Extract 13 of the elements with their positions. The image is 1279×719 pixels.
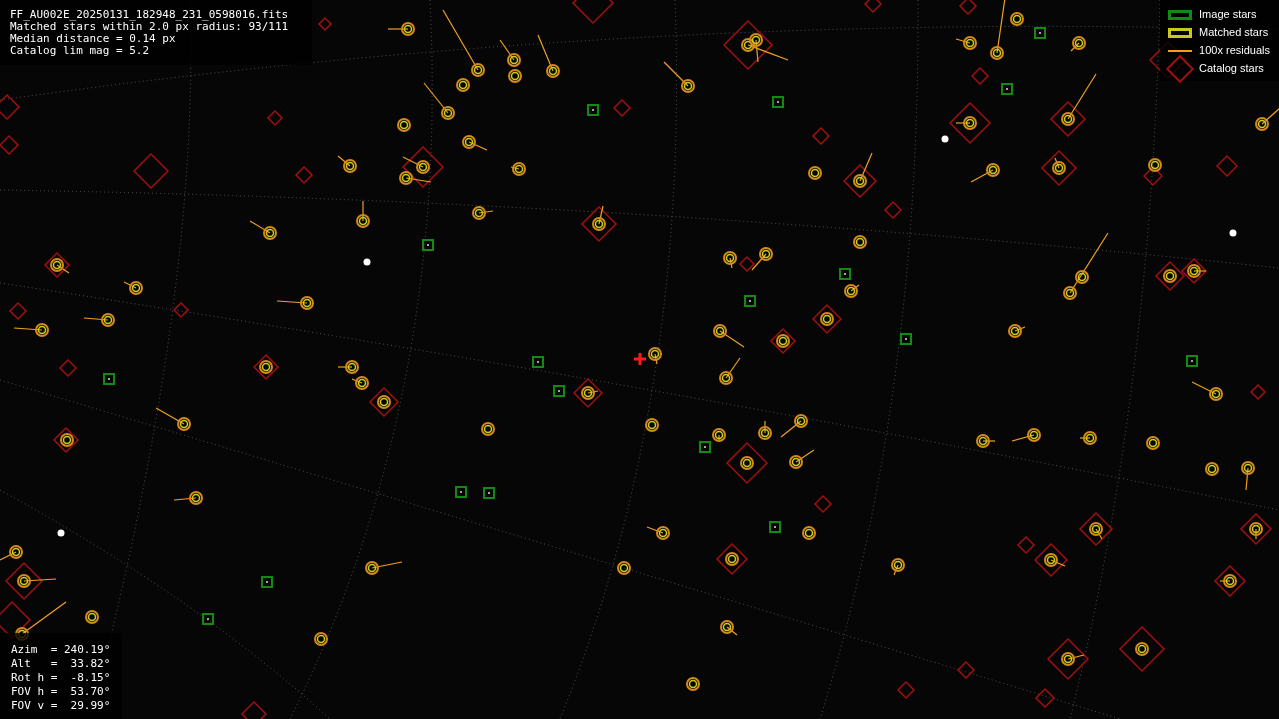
pointing-text: Rot h = -8.15° bbox=[11, 671, 111, 685]
info-text: Matched stars within 2.0 px radius: 93/111 bbox=[10, 21, 289, 33]
legend-label: Matched stars bbox=[1199, 25, 1269, 41]
info-text: Catalog lim mag = 5.2 bbox=[10, 45, 151, 57]
legend-label: 100x residuals bbox=[1199, 43, 1270, 59]
pointing-text: FOV v = 29.99° bbox=[11, 699, 111, 713]
pointing-text: Alt = 33.82° bbox=[11, 657, 111, 671]
info-text: FF_AU002E_20250131_182948_231_0598016.fits bbox=[10, 9, 289, 21]
legend-label: Image stars bbox=[1199, 7, 1257, 23]
legend-label: Catalog stars bbox=[1199, 61, 1264, 77]
pointing-text: FOV h = 53.70° bbox=[11, 685, 111, 699]
pointing-text: Azim = 240.19° bbox=[11, 643, 111, 657]
info-text: Median distance = 0.14 px bbox=[10, 33, 177, 45]
